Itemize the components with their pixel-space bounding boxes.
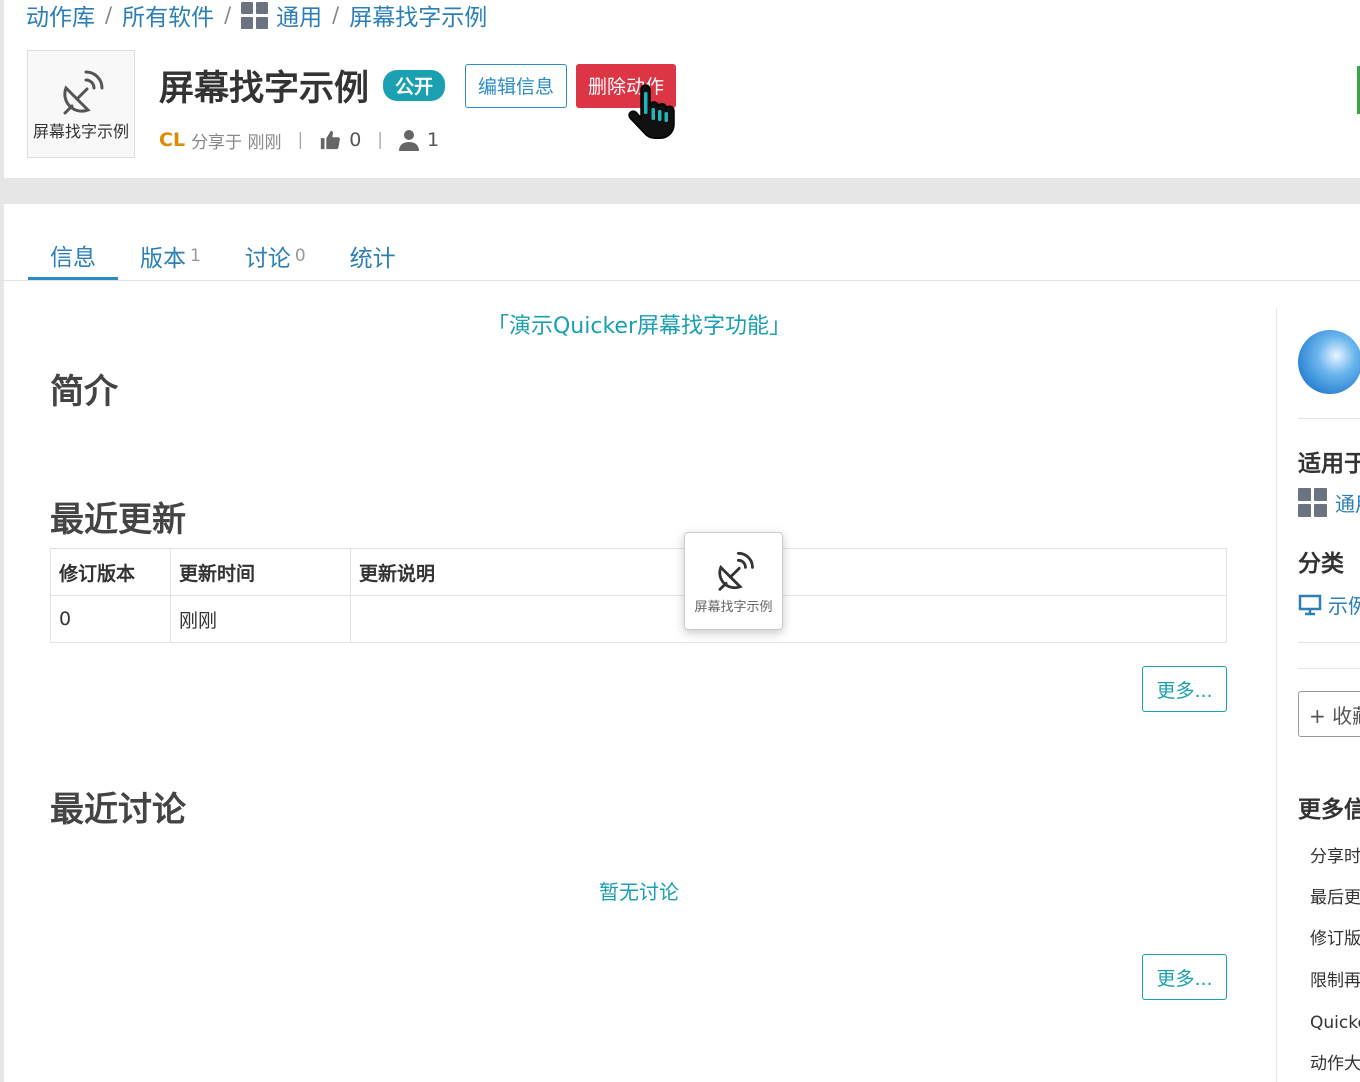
action-header: 动作库 / 所有软件 / 通用 / 屏幕找字示例 屏幕找字示例 屏幕找字示例 公… [4, 0, 1360, 178]
breadcrumb-separator: / [224, 3, 232, 27]
description-link[interactable]: 「演示Quicker屏幕找字功能」 [4, 308, 1274, 340]
satellite-dish-icon [63, 70, 104, 115]
col-revision: 修订版本 [50, 548, 171, 596]
page-title: 屏幕找字示例 [159, 69, 370, 109]
tab-versions-count: 1 [190, 246, 201, 266]
action-icon-tile[interactable]: 屏幕找字示例 [27, 50, 135, 158]
tab-discussion-count: 0 [294, 246, 306, 266]
discussion-more-button[interactable]: 更多... [1142, 954, 1227, 1000]
info-action-size: 动作大小 [1310, 1054, 1360, 1074]
meta-separator: | [377, 130, 384, 150]
applies-to-general-link[interactable]: 通用 [1298, 488, 1360, 517]
action-detail-card: 信息 版本 1 讨论 0 统计 「演示Quicker屏幕找字功能」 简介 最近更… [4, 204, 1360, 1082]
breadcrumb: 动作库 / 所有软件 / 通用 / 屏幕找字示例 [26, 0, 487, 32]
likes-count: 0 [349, 129, 362, 151]
users-count: 1 [427, 129, 440, 151]
col-update-notes: 更新说明 [350, 548, 1227, 596]
tab-statistics-label: 统计 [349, 246, 396, 272]
applies-to-general-label: 通用 [1335, 492, 1360, 516]
category-example-label: 示例 [1328, 594, 1360, 618]
breadcrumb-current-action[interactable]: 屏幕找字示例 [349, 0, 487, 32]
breadcrumb-separator: / [105, 3, 113, 27]
category-heading: 分类 [1298, 551, 1344, 577]
side-divider [1276, 308, 1277, 1082]
table-row: 0 刚刚 [50, 595, 1227, 643]
more-info-heading: 更多信息 [1298, 797, 1360, 823]
side-divider-line [1298, 668, 1360, 669]
grid-icon [241, 1, 269, 29]
cell-update-time: 刚刚 [170, 595, 351, 643]
collect-button[interactable]: + 收藏 [1298, 691, 1360, 737]
no-discussion-text: 暂无讨论 [599, 880, 679, 904]
applies-to-heading: 适用于 [1298, 451, 1360, 477]
recent-discussion-heading: 最近讨论 [50, 790, 186, 830]
tab-divider [4, 280, 1360, 281]
side-divider-line [1298, 418, 1360, 419]
updates-more-button[interactable]: 更多... [1142, 666, 1227, 712]
info-last-update: 最后更新 [1310, 888, 1360, 908]
tab-versions[interactable]: 版本 1 [118, 232, 223, 280]
side-panel: 适用于 通用 分类 示例 + 收藏 更多信息 分享时间 最后更新 修订版本 限制… [1298, 308, 1360, 1082]
tab-statistics[interactable]: 统计 [328, 232, 418, 280]
updates-table: 修订版本 更新时间 更新说明 0 刚刚 [50, 548, 1227, 643]
col-update-time: 更新时间 [170, 548, 351, 596]
breadcrumb-separator: / [332, 3, 340, 27]
hand-pointer-cursor [628, 84, 675, 139]
author-avatar[interactable] [1298, 330, 1360, 394]
tab-bar: 信息 版本 1 讨论 0 统计 [28, 232, 418, 280]
shared-time: 分享于 刚刚 [191, 132, 282, 153]
tab-discussion-label: 讨论 [244, 246, 291, 272]
recent-updates-heading: 最近更新 [50, 500, 186, 540]
action-meta: CL 分享于 刚刚 | 0 | 1 [159, 126, 439, 154]
meta-separator: | [297, 130, 304, 150]
tab-discussion[interactable]: 讨论 0 [223, 232, 328, 280]
breadcrumb-general-label: 通用 [276, 5, 323, 31]
thumbs-up-icon[interactable] [319, 129, 341, 151]
dragging-action-tile[interactable]: 屏幕找字示例 [684, 532, 783, 630]
grid-icon [1298, 488, 1327, 517]
action-icon-label: 屏幕找字示例 [32, 122, 129, 141]
author-link[interactable]: CL [159, 129, 185, 151]
info-reshare-limit: 限制再分享 [1310, 971, 1360, 991]
title-row: 屏幕找字示例 公开 编辑信息 删除动作 [159, 60, 677, 111]
cell-update-notes [350, 595, 1227, 643]
drag-tile-label: 屏幕找字示例 [694, 599, 773, 615]
info-share-time: 分享时间 [1310, 847, 1360, 867]
breadcrumb-action-library[interactable]: 动作库 [26, 0, 95, 32]
category-example-link[interactable]: 示例 [1298, 590, 1360, 619]
breadcrumb-all-software[interactable]: 所有软件 [122, 0, 214, 32]
intro-heading: 简介 [50, 372, 118, 412]
info-quicker-version: Quicker版本 [1310, 1013, 1360, 1033]
satellite-dish-icon [717, 551, 754, 591]
side-divider-line [1298, 642, 1360, 643]
edit-info-button[interactable]: 编辑信息 [465, 63, 568, 108]
visibility-badge: 公开 [383, 70, 446, 101]
cell-revision: 0 [50, 595, 171, 643]
user-icon [399, 130, 420, 151]
table-header-row: 修订版本 更新时间 更新说明 [50, 548, 1227, 596]
monitor-icon [1298, 594, 1322, 615]
tab-info-label: 信息 [50, 244, 96, 271]
tab-info[interactable]: 信息 [28, 232, 118, 280]
tab-versions-label: 版本 [140, 246, 186, 272]
info-revision: 修订版本 [1310, 929, 1360, 949]
breadcrumb-general[interactable]: 通用 [241, 0, 322, 32]
